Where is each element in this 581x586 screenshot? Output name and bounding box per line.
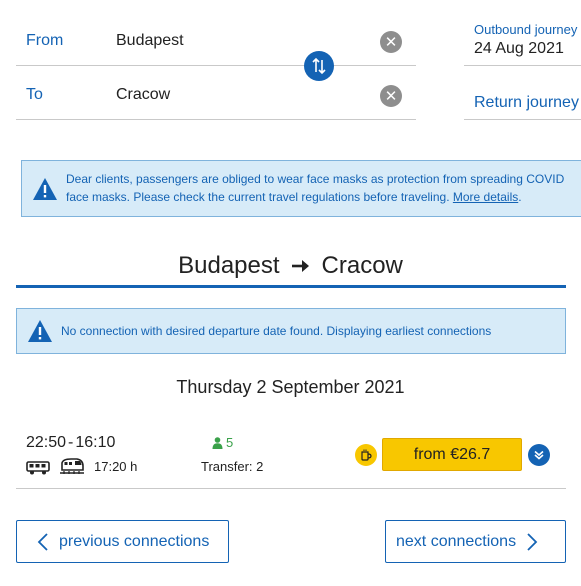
notice-link-suffix: . — [518, 190, 522, 204]
refreshment-icon — [355, 444, 377, 466]
covid-notice-line2: face masks. Please check the current tra… — [66, 188, 564, 206]
route-title: Budapest Cracow — [0, 252, 581, 280]
covid-notice-line2-text: face masks. Please check the current tra… — [66, 190, 450, 204]
from-input[interactable]: Budapest — [116, 32, 366, 50]
time-separator: - — [68, 434, 74, 451]
warning-icon — [33, 178, 57, 200]
route-destination: Cracow — [321, 252, 403, 279]
swap-direction-icon[interactable] — [304, 51, 334, 81]
train-icon — [60, 458, 84, 474]
person-icon — [212, 436, 223, 449]
chevron-right-icon — [527, 532, 538, 551]
more-details-link[interactable]: More details — [453, 190, 518, 204]
from-underline — [16, 65, 416, 66]
next-connections-button[interactable]: next connections — [385, 520, 566, 563]
previous-connections-button[interactable]: previous connections — [16, 520, 229, 563]
arrival-time: 16:10 — [75, 434, 116, 451]
departure-time: 22:50 — [26, 434, 67, 451]
outbound-label: Outbound journey — [474, 22, 578, 37]
to-label: To — [26, 86, 43, 103]
seats-count: 5 — [226, 435, 234, 450]
connection-times: 22:50-16:10 — [26, 434, 115, 452]
results-date-heading: Thursday 2 September 2021 — [176, 377, 405, 397]
previous-connections-label: previous connections — [59, 532, 210, 550]
connection-divider — [16, 488, 566, 489]
covid-notice-line1: Dear clients, passengers are obliged to … — [66, 172, 565, 186]
arrow-right-icon — [290, 258, 312, 274]
outbound-date-input[interactable]: 24 Aug 2021 — [474, 40, 564, 58]
covid-notice-text: Dear clients, passengers are obliged to … — [66, 170, 564, 206]
chevron-left-icon — [37, 532, 48, 551]
clear-from-icon[interactable]: ✕ — [380, 31, 402, 53]
trip-duration: 17:20 h — [94, 459, 138, 474]
covid-notice: Dear clients, passengers are obliged to … — [21, 160, 581, 217]
available-seats: 5 — [212, 435, 233, 450]
warning-icon — [28, 320, 52, 342]
to-underline — [16, 119, 416, 120]
route-origin: Budapest — [178, 252, 280, 279]
to-input[interactable]: Cracow — [116, 86, 366, 104]
from-label: From — [26, 32, 64, 49]
price-button[interactable]: from €26.7 — [382, 438, 522, 471]
next-connections-label: next connections — [396, 532, 517, 550]
return-journey-link[interactable]: Return journey — [474, 94, 579, 112]
outbound-underline — [464, 65, 581, 66]
no-connection-text: No connection with desired departure dat… — [61, 324, 492, 338]
return-underline — [464, 119, 581, 120]
bus-icon — [26, 461, 50, 475]
route-underline — [16, 285, 566, 288]
expand-connection-icon[interactable] — [528, 444, 550, 466]
no-connection-alert: No connection with desired departure dat… — [16, 308, 566, 354]
transfer-count: Transfer: 2 — [201, 459, 264, 474]
clear-to-icon[interactable]: ✕ — [380, 85, 402, 107]
